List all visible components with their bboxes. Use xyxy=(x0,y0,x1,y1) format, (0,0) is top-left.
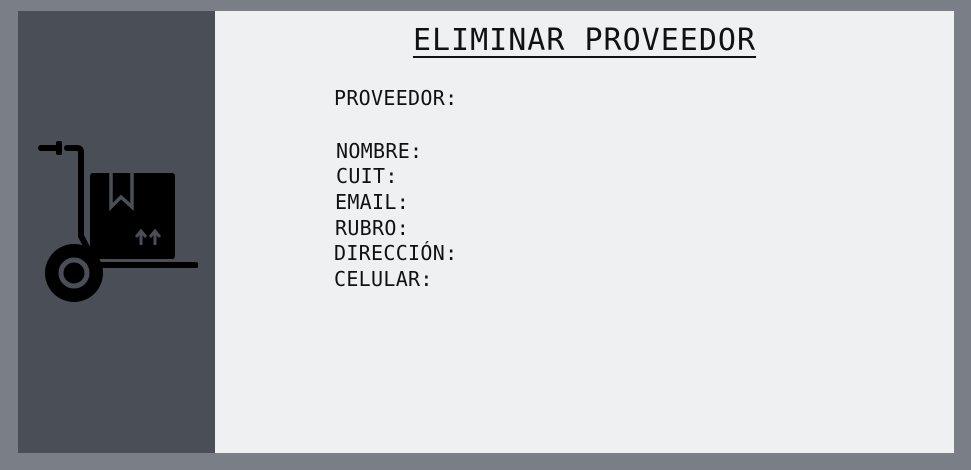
celular-label: CELULAR: xyxy=(334,267,433,291)
cuit-label: CUIT: xyxy=(336,164,398,188)
sidebar xyxy=(18,11,215,453)
direccion-label: DIRECCIÓN: xyxy=(334,241,458,265)
hand-truck-box-icon xyxy=(38,141,198,302)
form-panel: ELIMINAR PROVEEDOR PROVEEDOR: NOMBRE: CU… xyxy=(215,11,954,453)
email-label: EMAIL: xyxy=(335,190,410,214)
page-title: ELIMINAR PROVEEDOR xyxy=(412,23,757,58)
window-frame: ELIMINAR PROVEEDOR PROVEEDOR: NOMBRE: CU… xyxy=(18,11,954,453)
proveedor-label: PROVEEDOR: xyxy=(334,86,458,110)
nombre-label: NOMBRE: xyxy=(336,139,423,163)
rubro-label: RUBRO: xyxy=(335,216,410,240)
